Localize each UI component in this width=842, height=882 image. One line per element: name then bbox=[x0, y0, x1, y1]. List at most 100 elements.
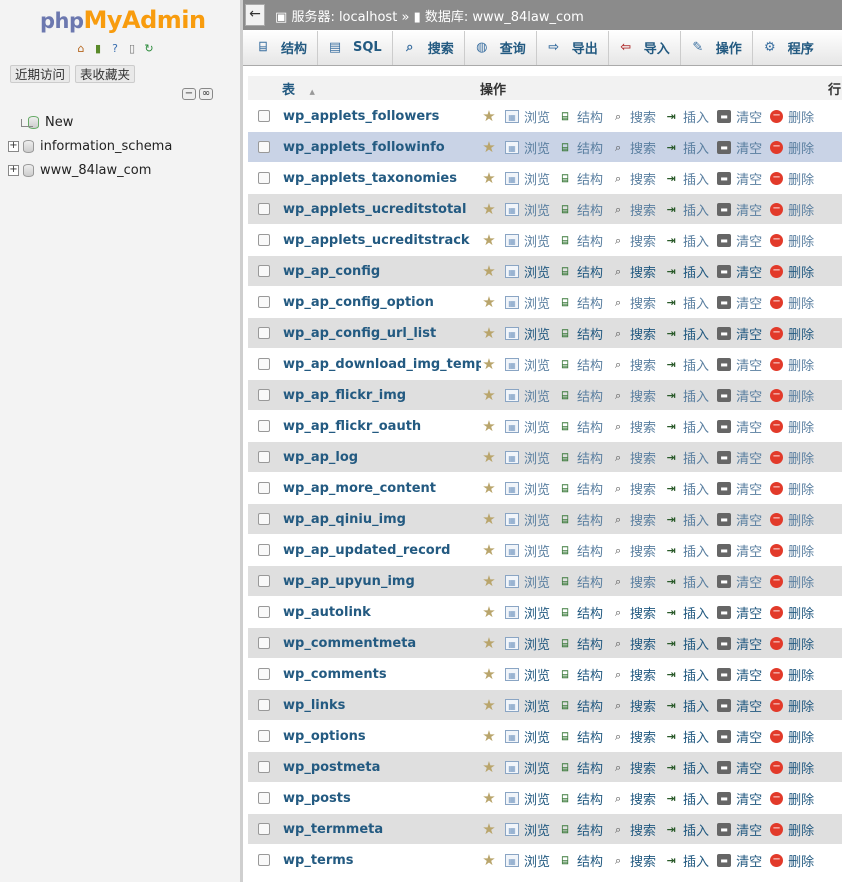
insert-icon[interactable]: ⇥ bbox=[664, 730, 678, 743]
browse-icon[interactable]: ▦ bbox=[505, 357, 519, 371]
browse-icon[interactable]: ▦ bbox=[505, 698, 519, 712]
action-structure-link[interactable]: 结构 bbox=[577, 634, 603, 653]
action-insert-link[interactable]: 插入 bbox=[683, 479, 709, 498]
tree-item-www-84law-com[interactable]: + www_84law_com bbox=[8, 158, 172, 182]
structure-icon[interactable]: ⌸ bbox=[558, 234, 572, 247]
action-drop-link[interactable]: 删除 bbox=[788, 262, 814, 281]
action-search-link[interactable]: 搜索 bbox=[630, 200, 656, 219]
drop-icon[interactable]: − bbox=[770, 264, 784, 278]
row-checkbox[interactable] bbox=[258, 141, 270, 153]
action-search-link[interactable]: 搜索 bbox=[630, 448, 656, 467]
favorite-tables-button[interactable]: 表收藏夹 bbox=[75, 65, 136, 83]
action-browse-link[interactable]: 浏览 bbox=[524, 696, 550, 715]
favorite-star-icon[interactable]: ★ bbox=[481, 603, 497, 621]
favorite-star-icon[interactable]: ★ bbox=[481, 510, 497, 528]
search-icon[interactable]: ⌕ bbox=[611, 265, 625, 278]
action-structure-link[interactable]: 结构 bbox=[577, 727, 603, 746]
row-checkbox[interactable] bbox=[258, 823, 270, 835]
browse-icon[interactable]: ▦ bbox=[505, 605, 519, 619]
action-insert-link[interactable]: 插入 bbox=[683, 293, 709, 312]
search-icon[interactable]: ⌕ bbox=[611, 699, 625, 712]
row-checkbox[interactable] bbox=[258, 327, 270, 339]
insert-icon[interactable]: ⇥ bbox=[664, 389, 678, 402]
table-name-link[interactable]: wp_commentmeta bbox=[283, 636, 481, 651]
row-checkbox[interactable] bbox=[258, 420, 270, 432]
drop-icon[interactable]: − bbox=[770, 667, 784, 681]
browse-icon[interactable]: ▦ bbox=[505, 326, 519, 340]
structure-icon[interactable]: ⌸ bbox=[558, 823, 572, 836]
action-drop-link[interactable]: 删除 bbox=[788, 355, 814, 374]
action-empty-link[interactable]: 清空 bbox=[736, 231, 762, 250]
table-name-link[interactable]: wp_ap_download_img_temp bbox=[283, 357, 481, 372]
action-structure-link[interactable]: 结构 bbox=[577, 324, 603, 343]
table-name-link[interactable]: wp_ap_qiniu_img bbox=[283, 512, 481, 527]
empty-icon[interactable]: ▬ bbox=[717, 140, 732, 154]
action-insert-link[interactable]: 插入 bbox=[683, 541, 709, 560]
drop-icon[interactable]: − bbox=[770, 388, 784, 402]
action-browse-link[interactable]: 浏览 bbox=[524, 138, 550, 157]
favorite-star-icon[interactable]: ★ bbox=[481, 262, 497, 280]
structure-icon[interactable]: ⌸ bbox=[558, 792, 572, 805]
action-empty-link[interactable]: 清空 bbox=[736, 169, 762, 188]
browse-icon[interactable]: ▦ bbox=[505, 202, 519, 216]
home-icon[interactable]: ⌂ bbox=[74, 41, 88, 55]
empty-icon[interactable]: ▬ bbox=[717, 295, 732, 309]
search-icon[interactable]: ⌕ bbox=[611, 854, 625, 867]
table-name-link[interactable]: wp_ap_flickr_img bbox=[283, 388, 481, 403]
action-structure-link[interactable]: 结构 bbox=[577, 231, 603, 250]
favorite-star-icon[interactable]: ★ bbox=[481, 448, 497, 466]
action-empty-link[interactable]: 清空 bbox=[736, 789, 762, 808]
insert-icon[interactable]: ⇥ bbox=[664, 854, 678, 867]
drop-icon[interactable]: − bbox=[770, 822, 784, 836]
help-icon[interactable]: ? bbox=[108, 41, 122, 55]
action-structure-link[interactable]: 结构 bbox=[577, 107, 603, 126]
row-checkbox[interactable] bbox=[258, 482, 270, 494]
action-browse-link[interactable]: 浏览 bbox=[524, 169, 550, 188]
action-structure-link[interactable]: 结构 bbox=[577, 355, 603, 374]
structure-icon[interactable]: ⌸ bbox=[558, 730, 572, 743]
insert-icon[interactable]: ⇥ bbox=[664, 699, 678, 712]
action-browse-link[interactable]: 浏览 bbox=[524, 665, 550, 684]
empty-icon[interactable]: ▬ bbox=[717, 791, 732, 805]
action-insert-link[interactable]: 插入 bbox=[683, 355, 709, 374]
drop-icon[interactable]: − bbox=[770, 202, 784, 216]
tab-export[interactable]: ⇨ 导出 bbox=[537, 30, 609, 65]
action-drop-link[interactable]: 删除 bbox=[788, 696, 814, 715]
insert-icon[interactable]: ⇥ bbox=[664, 420, 678, 433]
action-insert-link[interactable]: 插入 bbox=[683, 510, 709, 529]
action-browse-link[interactable]: 浏览 bbox=[524, 107, 550, 126]
action-browse-link[interactable]: 浏览 bbox=[524, 479, 550, 498]
favorite-star-icon[interactable]: ★ bbox=[481, 634, 497, 652]
drop-icon[interactable]: − bbox=[770, 233, 784, 247]
action-browse-link[interactable]: 浏览 bbox=[524, 572, 550, 591]
action-drop-link[interactable]: 删除 bbox=[788, 293, 814, 312]
browse-icon[interactable]: ▦ bbox=[505, 233, 519, 247]
row-checkbox[interactable] bbox=[258, 699, 270, 711]
structure-icon[interactable]: ⌸ bbox=[558, 420, 572, 433]
insert-icon[interactable]: ⇥ bbox=[664, 172, 678, 185]
tree-item-information-schema[interactable]: + information_schema bbox=[8, 134, 172, 158]
action-insert-link[interactable]: 插入 bbox=[683, 603, 709, 622]
structure-icon[interactable]: ⌸ bbox=[558, 606, 572, 619]
structure-icon[interactable]: ⌸ bbox=[558, 141, 572, 154]
insert-icon[interactable]: ⇥ bbox=[664, 823, 678, 836]
action-insert-link[interactable]: 插入 bbox=[683, 107, 709, 126]
drop-icon[interactable]: − bbox=[770, 512, 784, 526]
row-checkbox[interactable] bbox=[258, 389, 270, 401]
row-checkbox[interactable] bbox=[258, 451, 270, 463]
breadcrumb-server[interactable]: 服务器: localhost bbox=[291, 10, 397, 25]
action-drop-link[interactable]: 删除 bbox=[788, 572, 814, 591]
favorite-star-icon[interactable]: ★ bbox=[481, 324, 497, 342]
favorite-star-icon[interactable]: ★ bbox=[481, 417, 497, 435]
empty-icon[interactable]: ▬ bbox=[717, 698, 732, 712]
action-insert-link[interactable]: 插入 bbox=[683, 169, 709, 188]
search-icon[interactable]: ⌕ bbox=[611, 792, 625, 805]
structure-icon[interactable]: ⌸ bbox=[558, 451, 572, 464]
row-checkbox[interactable] bbox=[258, 792, 270, 804]
action-drop-link[interactable]: 删除 bbox=[788, 448, 814, 467]
action-drop-link[interactable]: 删除 bbox=[788, 851, 814, 870]
action-search-link[interactable]: 搜索 bbox=[630, 727, 656, 746]
tree-item-new[interactable]: New bbox=[8, 110, 172, 134]
table-name-link[interactable]: wp_options bbox=[283, 729, 481, 744]
row-checkbox[interactable] bbox=[258, 637, 270, 649]
